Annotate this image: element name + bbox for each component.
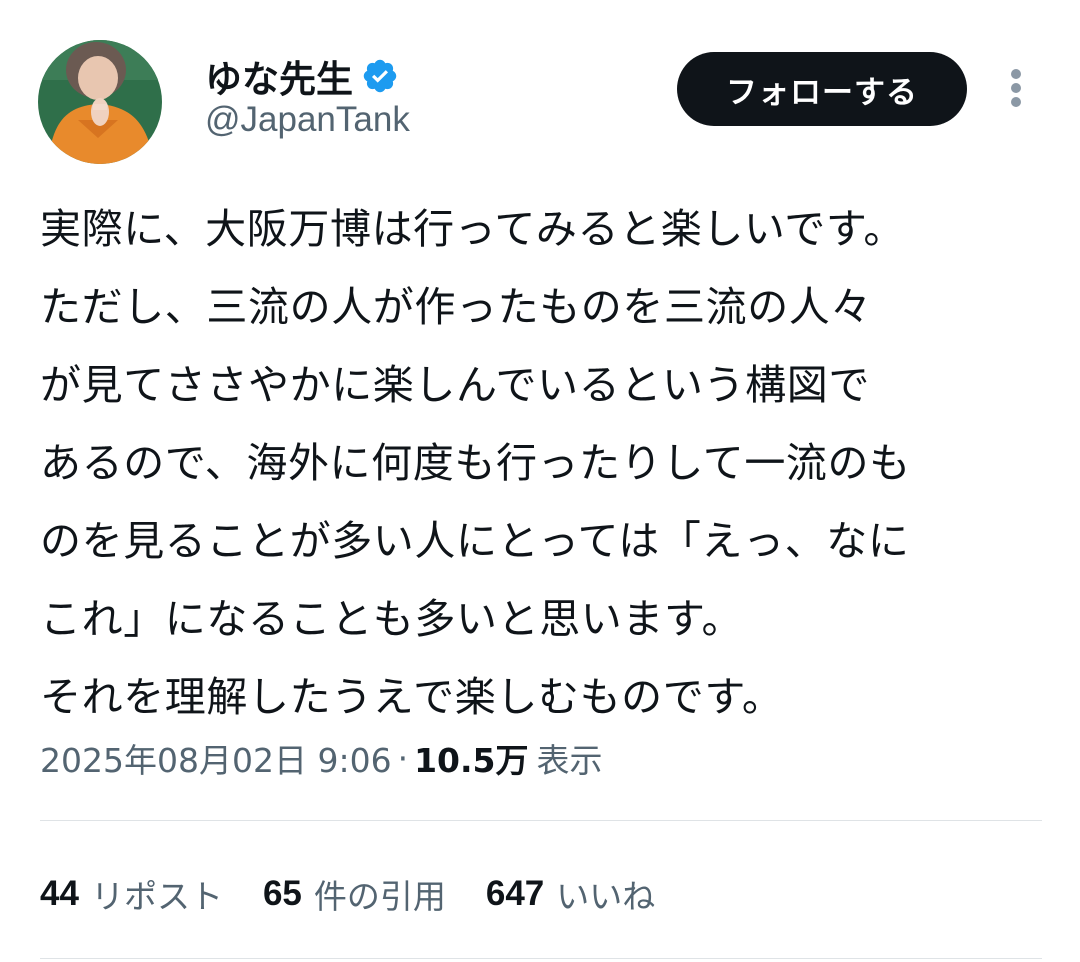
divider [40, 820, 1042, 821]
display-name[interactable]: ゆな先生 [205, 49, 353, 103]
likes-stat[interactable]: 647 いいね [486, 870, 655, 918]
tweet-line: のを見ることが多い人にとっては「えっ、なに [40, 517, 910, 565]
views-count: 10.5万 [414, 741, 529, 780]
tweet-line: あるので、海外に何度も行ったりして一流のも [40, 439, 911, 487]
tweet-line: 実際に、大阪万博は行ってみると楽しいです。 [40, 205, 905, 253]
quotes-stat[interactable]: 65 件の引用 [263, 870, 446, 918]
quotes-label: 件の引用 [313, 877, 446, 916]
reposts-label: リポスト [90, 877, 223, 916]
views-label: 表示 [536, 741, 603, 780]
likes-label: いいね [556, 877, 656, 916]
quotes-count: 65 [262, 874, 302, 913]
tweet-line: これ」になることも多いと思います。 [40, 595, 744, 643]
meta-separator: · [397, 738, 409, 778]
tweet-meta: 2025年08月02日 9:06 · 10.5万 表示 [40, 730, 602, 786]
tweet-line: ただし、三流の人が作ったものを三流の人々 [40, 283, 872, 331]
user-handle[interactable]: @JapanTank [205, 100, 410, 140]
tweet-text: 実際に、大阪万博は行ってみると楽しいです。 ただし、三流の人が作ったものを三流の… [40, 190, 1050, 736]
tweet-line: それを理解したうえで楽しむものです。 [40, 673, 784, 721]
verified-badge-icon [361, 57, 399, 95]
tweet-header: ゆな先生 @JapanTank フォローする [0, 0, 1080, 170]
reposts-count: 44 [40, 874, 79, 913]
engagement-stats: 44 リポスト 65 件の引用 647 いいね [40, 864, 695, 924]
reposts-stat[interactable]: 44 リポスト [40, 870, 223, 918]
follow-button[interactable]: フォローする [677, 52, 967, 126]
display-name-row: ゆな先生 [205, 49, 399, 103]
more-vertical-icon[interactable] [1000, 66, 1032, 112]
likes-count: 647 [485, 874, 545, 913]
avatar-image [38, 40, 162, 164]
tweet-line: が見てささやかに楽しんでいるという構図で [40, 361, 870, 409]
timestamp[interactable]: 2025年08月02日 9:06 [40, 734, 392, 782]
avatar[interactable] [38, 40, 162, 164]
divider [40, 958, 1042, 959]
